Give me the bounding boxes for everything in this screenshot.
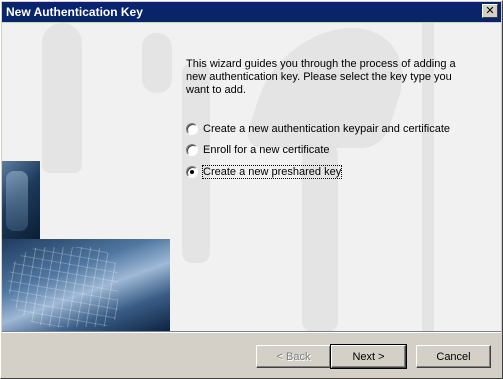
wizard-window: New Authentication Key ✕ This wizard gui… (0, 0, 503, 379)
button-bar: < Back Next > Cancel (2, 333, 501, 378)
back-button[interactable]: < Back (256, 345, 331, 368)
close-icon: ✕ (485, 5, 495, 17)
option-label[interactable]: Enroll for a new certificate (203, 144, 330, 156)
radio-button[interactable] (186, 123, 198, 135)
option-preshared-key[interactable]: Create a new preshared key (186, 164, 343, 180)
background-figure (42, 23, 82, 173)
option-label[interactable]: Create a new preshared key (201, 165, 343, 179)
background-figure (142, 33, 172, 93)
option-enroll-certificate[interactable]: Enroll for a new certificate (186, 142, 330, 158)
option-keypair-certificate[interactable]: Create a new authentication keypair and … (186, 121, 450, 137)
wizard-description: This wizard guides you through the proce… (186, 58, 456, 96)
close-button[interactable]: ✕ (482, 4, 498, 18)
radio-button-selected[interactable] (186, 166, 198, 178)
window-title: New Authentication Key (6, 5, 143, 19)
option-label[interactable]: Create a new authentication keypair and … (203, 123, 450, 135)
wizard-content: This wizard guides you through the proce… (2, 23, 501, 331)
next-button[interactable]: Next > (330, 344, 407, 369)
radio-button[interactable] (186, 144, 198, 156)
cancel-button[interactable]: Cancel (416, 345, 491, 368)
wizard-image (2, 239, 170, 331)
wizard-image-small (2, 161, 40, 239)
title-bar[interactable]: New Authentication Key ✕ (2, 2, 501, 22)
